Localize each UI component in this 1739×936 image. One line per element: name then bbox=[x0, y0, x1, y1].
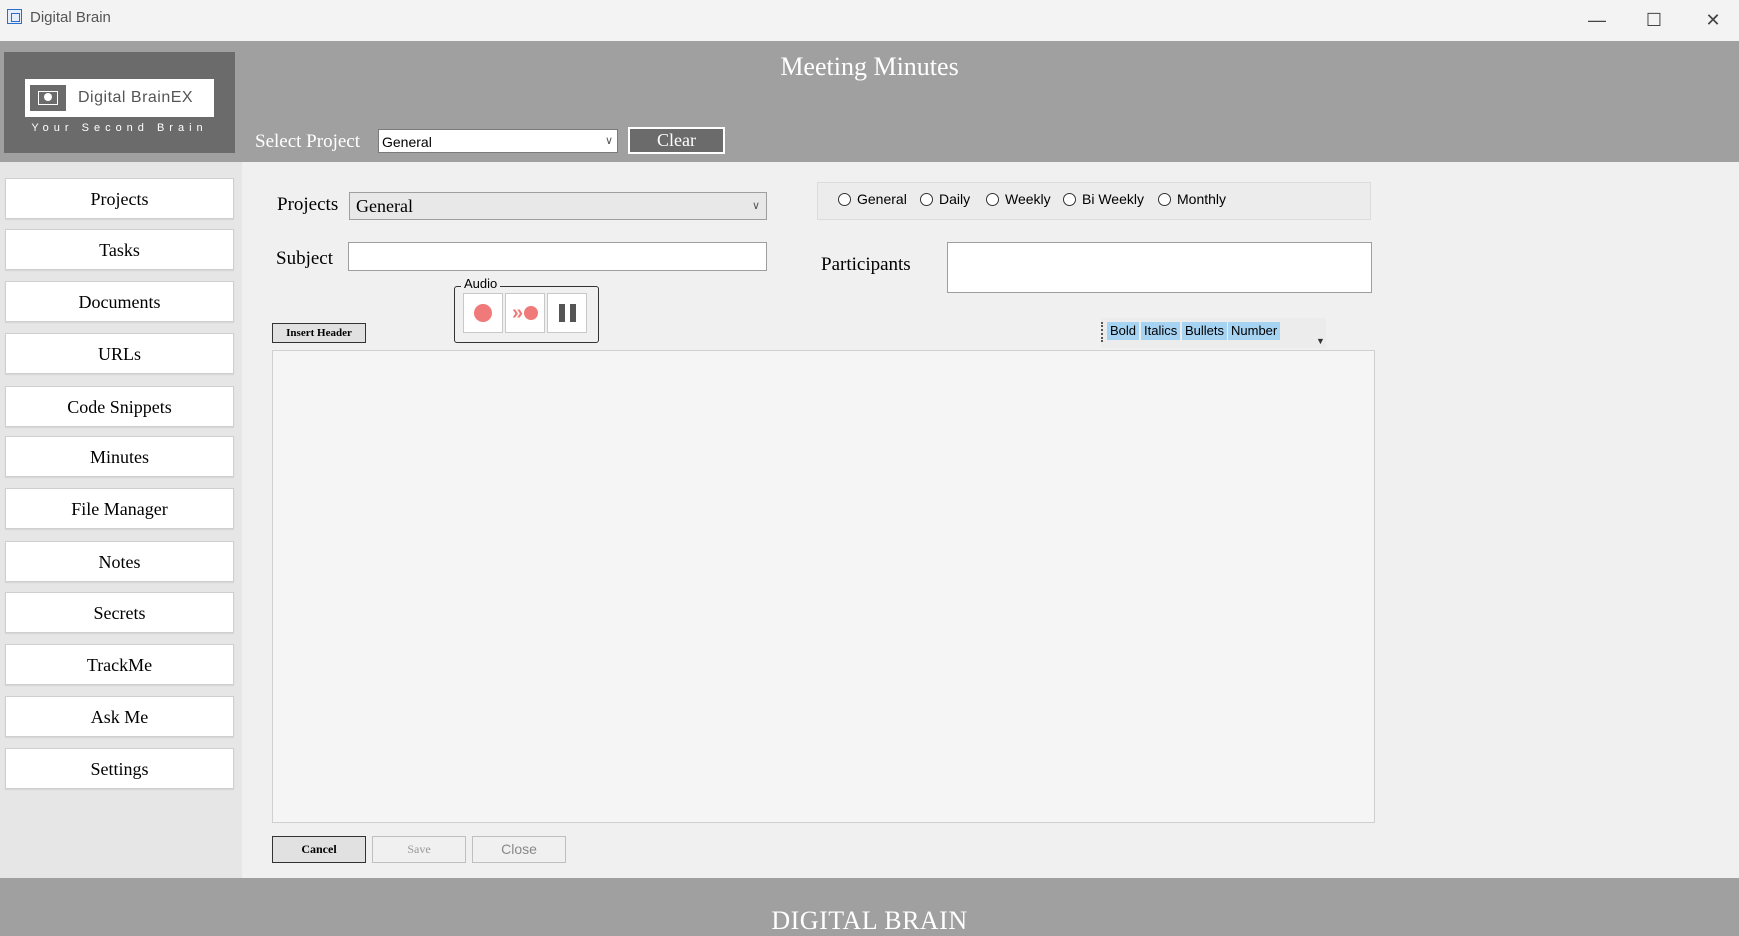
sidebar-item-minutes[interactable]: Minutes bbox=[5, 436, 234, 477]
pause-icon bbox=[558, 304, 576, 322]
sidebar-item-code-snippets[interactable]: Code Snippets bbox=[5, 386, 234, 427]
sidebar-item-secrets[interactable]: Secrets bbox=[5, 592, 234, 633]
radio-bi-weekly[interactable]: Bi Weekly bbox=[1063, 191, 1144, 207]
minimize-button[interactable]: — bbox=[1567, 4, 1627, 36]
radio-circle-icon bbox=[920, 192, 933, 206]
chevron-down-icon: ∨ bbox=[604, 135, 613, 147]
resume-record-icon: » bbox=[512, 302, 539, 325]
projects-value: General bbox=[356, 196, 413, 216]
save-button[interactable]: Save bbox=[372, 836, 466, 863]
app-icon bbox=[7, 9, 22, 24]
record-icon bbox=[474, 304, 492, 322]
sidebar-item-projects[interactable]: Projects bbox=[5, 178, 234, 219]
footer-brand-text: DIGITAL BRAIN bbox=[771, 906, 968, 935]
radio-daily[interactable]: Daily bbox=[920, 191, 970, 207]
sidebar-item-trackme[interactable]: TrackMe bbox=[5, 644, 234, 685]
logo: Digital BrainEX bbox=[25, 79, 214, 117]
sidebar-item-file-manager[interactable]: File Manager bbox=[5, 488, 234, 529]
participants-input[interactable] bbox=[947, 242, 1372, 293]
radio-monthly[interactable]: Monthly bbox=[1158, 191, 1226, 207]
window-title: Digital Brain bbox=[30, 9, 111, 26]
maximize-icon: ☐ bbox=[1645, 9, 1663, 30]
sidebar-item-urls[interactable]: URLs bbox=[5, 333, 234, 374]
cancel-button[interactable]: Cancel bbox=[272, 836, 366, 863]
logo-text: Digital BrainEX bbox=[78, 89, 194, 106]
radio-circle-icon bbox=[1063, 192, 1076, 206]
page-title: Meeting Minutes bbox=[780, 52, 959, 81]
bold-button[interactable]: Bold bbox=[1107, 322, 1140, 340]
close-icon: ✕ bbox=[1705, 9, 1721, 30]
clear-button[interactable]: Clear bbox=[628, 127, 725, 154]
minimize-icon: — bbox=[1588, 9, 1606, 30]
radio-circle-icon bbox=[838, 192, 851, 206]
chevron-down-icon: ∨ bbox=[751, 200, 760, 212]
select-project-value: General bbox=[382, 134, 432, 150]
sidebar-item-documents[interactable]: Documents bbox=[5, 281, 234, 322]
radio-general[interactable]: General bbox=[838, 191, 907, 207]
close-window-button[interactable]: ✕ bbox=[1683, 4, 1739, 36]
projects-label: Projects bbox=[277, 194, 339, 215]
select-project-label: Select Project bbox=[255, 131, 360, 152]
subject-input[interactable] bbox=[348, 242, 767, 271]
insert-header-button[interactable]: Insert Header bbox=[272, 323, 366, 343]
record-button[interactable] bbox=[463, 293, 503, 333]
subject-label: Subject bbox=[276, 248, 333, 269]
resume-record-button[interactable]: » bbox=[505, 293, 545, 333]
participants-label: Participants bbox=[821, 254, 911, 275]
select-project-dropdown[interactable]: General ∨ bbox=[378, 129, 618, 153]
radio-circle-icon bbox=[1158, 192, 1171, 206]
audio-group-label: Audio bbox=[461, 276, 501, 291]
close-button[interactable]: Close bbox=[472, 836, 566, 863]
sidebar-item-tasks[interactable]: Tasks bbox=[5, 229, 234, 270]
bullets-button[interactable]: Bullets bbox=[1182, 322, 1228, 340]
maximize-button[interactable]: ☐ bbox=[1624, 4, 1684, 36]
window-title-bar bbox=[0, 0, 1739, 41]
minutes-editor[interactable] bbox=[272, 350, 1375, 823]
pause-button[interactable] bbox=[547, 293, 587, 333]
italics-button[interactable]: Italics bbox=[1141, 322, 1181, 340]
logo-brain-icon bbox=[30, 85, 66, 111]
sidebar-item-ask-me[interactable]: Ask Me bbox=[5, 696, 234, 737]
radio-weekly[interactable]: Weekly bbox=[986, 191, 1051, 207]
frequency-radio-group: General Daily Weekly Bi Weekly Monthly bbox=[817, 182, 1371, 220]
toolstrip-overflow-icon[interactable]: ▼ bbox=[1316, 336, 1325, 346]
number-button[interactable]: Number bbox=[1228, 322, 1281, 340]
toolstrip-grip-icon[interactable] bbox=[1101, 322, 1105, 342]
projects-dropdown[interactable]: General ∨ bbox=[349, 192, 767, 220]
sidebar-item-settings[interactable]: Settings bbox=[5, 748, 234, 789]
radio-circle-icon bbox=[986, 192, 999, 206]
logo-tagline: Your Second Brain bbox=[31, 122, 208, 134]
sidebar-item-notes[interactable]: Notes bbox=[5, 541, 234, 582]
